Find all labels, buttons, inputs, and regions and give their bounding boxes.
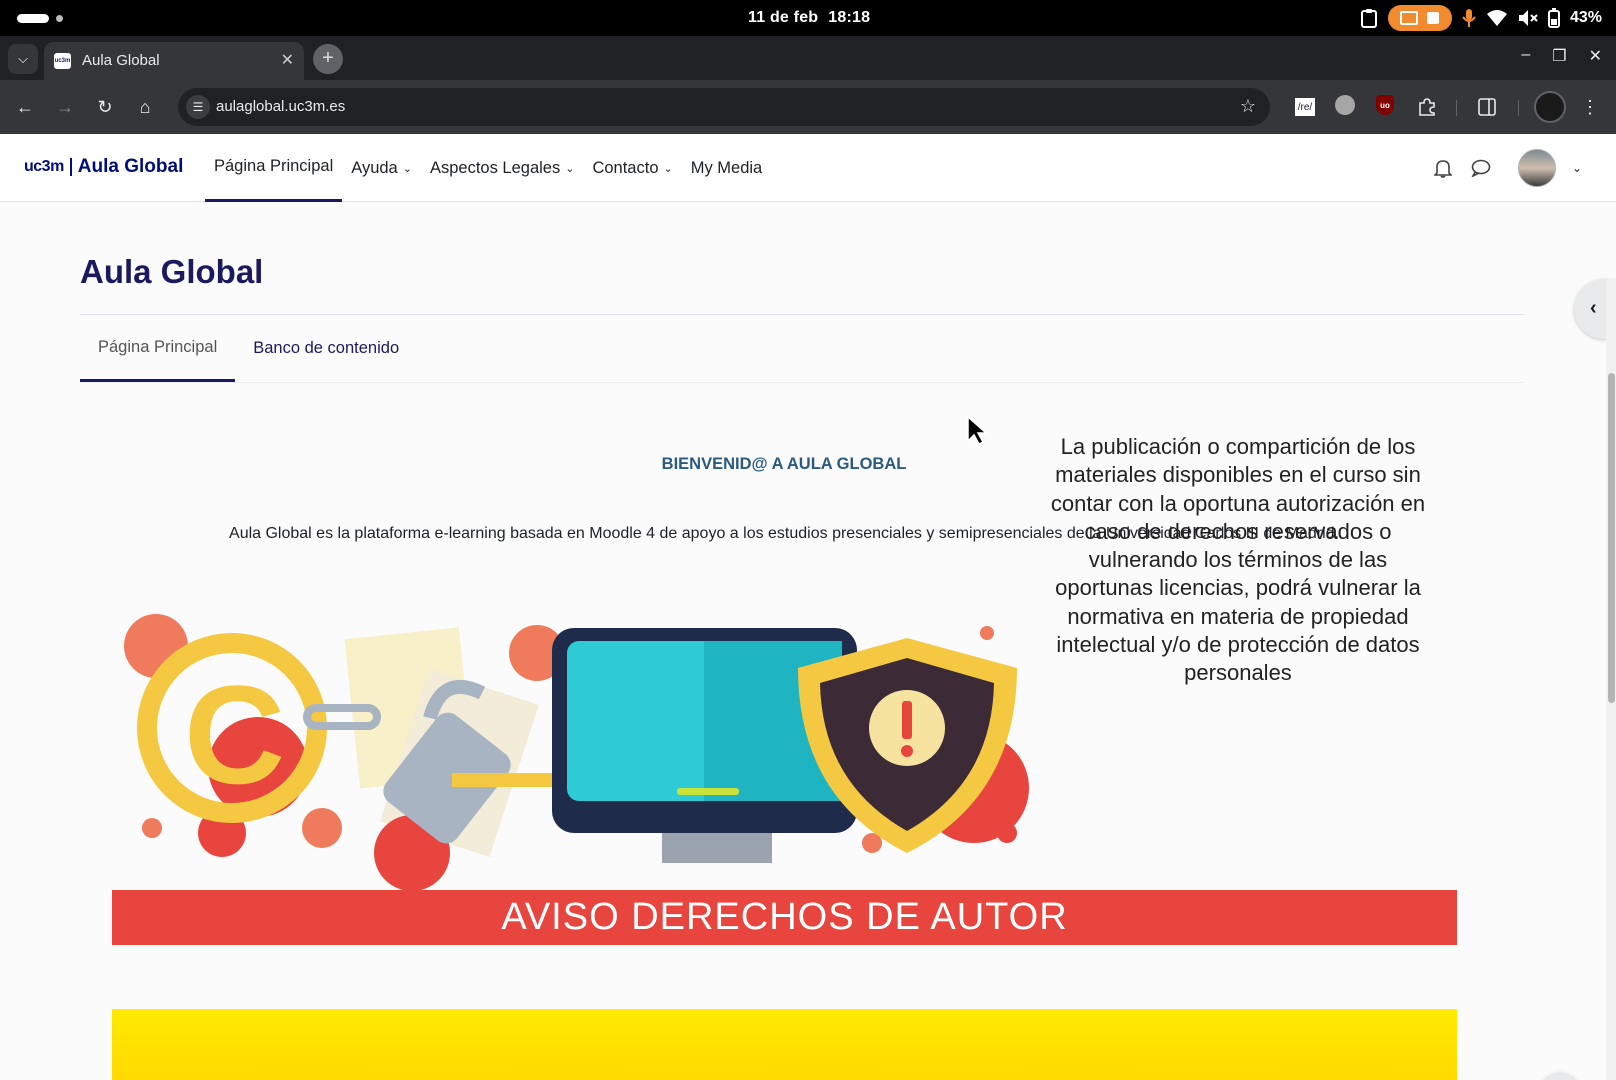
messages-bubble-icon[interactable] [1470,157,1492,179]
logo-uc3m: uc3m [24,158,72,176]
tab-search-chevron-icon[interactable]: ⌵ [8,44,38,74]
chevron-down-icon: ⌄ [663,162,673,175]
browser-menu-kebab-icon[interactable]: ⋮ [1580,95,1600,119]
battery-percent: 43% [1569,9,1602,26]
os-tray: 43% [1360,5,1602,31]
divider [80,382,1524,383]
secondary-banner [112,1009,1457,1080]
tab-title: Aula Global [82,52,160,69]
decor-circle [302,808,342,848]
toolbar-separator [1518,100,1519,116]
nav-pagina-principal[interactable]: Página Principal [205,134,343,202]
screen-cast-indicator[interactable] [1387,5,1452,31]
microphone-icon [1462,9,1476,27]
reload-icon[interactable]: ↻ [92,94,118,120]
launcher-dot-icon [56,15,63,22]
chevron-down-icon: ⌄ [402,162,412,175]
nav-contacto[interactable]: Contacto ⌄ [583,134,681,202]
tab-pagina-principal[interactable]: Página Principal [80,315,236,382]
volume-muted-icon [1518,10,1538,26]
favicon-icon: uc3m [54,53,71,69]
window-controls: – ❐ ✕ [1521,46,1602,66]
nav-label: Aspectos Legales [429,158,561,177]
browser-tabstrip: ⌵ uc3m Aula Global ✕ + – ❐ ✕ [0,36,1616,80]
nav-label: Ayuda [351,158,398,177]
nav-label: Página Principal [214,157,334,175]
forward-arrow-icon[interactable]: → [52,94,78,120]
copyright-glyph: C [184,656,285,813]
page-title: Aula Global [80,253,264,290]
nav-label: Contacto [592,158,659,177]
user-navigation: ⌄ [1432,148,1582,188]
chevron-down-icon: ⌄ [565,162,575,175]
extensions-puzzle-icon[interactable] [1415,95,1439,119]
close-window-icon[interactable]: ✕ [1589,46,1602,66]
stop-icon [1427,12,1440,24]
os-clock: 11 de feb 18:18 [748,9,870,27]
bookmark-star-icon[interactable]: ☆ [1240,96,1256,117]
decor-circle [997,823,1017,843]
os-status-bar: 11 de feb 18:18 43% [0,0,1616,36]
exclamation-dot [901,745,913,757]
os-date: 11 de feb [748,9,819,26]
clipboard-icon[interactable] [1360,8,1378,28]
exclamation-icon [902,701,912,739]
nav-ayuda[interactable]: Ayuda ⌄ [342,134,421,202]
site-navbar: uc3m Aula Global Página Principal Ayuda ⌄… [0,134,1616,202]
os-time: 18:18 [828,9,871,26]
primary-navigation: Página Principal Ayuda ⌄ Aspectos Legales… [205,134,771,202]
wifi-icon [1486,10,1507,26]
toolbar-separator [1456,100,1457,116]
close-tab-icon[interactable]: ✕ [281,50,294,70]
browser-profile-avatar[interactable] [1534,91,1566,123]
back-arrow-icon[interactable]: ← [12,94,38,120]
tab-aula-global[interactable]: uc3m Aula Global ✕ [44,42,304,80]
secondary-navigation: Página Principal Banco de contenido [80,315,417,382]
nav-label: My Media [690,158,763,177]
launcher-pill-icon[interactable] [17,14,49,23]
mouse-cursor-icon [967,415,988,445]
main-content: Aula Global Página Principal Banco de co… [0,203,1616,1080]
chevron-down-icon[interactable]: ⌄ [1572,161,1582,175]
site-logo[interactable]: uc3m Aula Global [24,152,183,182]
browser-toolbar: ← → ↻ ⌂ ☰ aulaglobal.uc3m.es ☆ /re/ uo ⋮ [0,80,1616,134]
extension-re-icon[interactable]: /re/ [1295,98,1315,116]
monitor-stand [662,833,772,863]
battery-icon [1547,8,1560,28]
restore-icon[interactable]: ❐ [1552,46,1566,66]
tab-banco-de-contenido[interactable]: Banco de contenido [235,315,417,382]
decor-circle [142,818,162,838]
monitor-bar [677,788,739,795]
extension-owl-icon[interactable] [1335,95,1355,115]
side-panel-icon[interactable] [1475,95,1499,119]
cast-icon [1400,11,1419,25]
copyright-notice-title: AVISO DERECHOS DE AUTOR [112,890,1457,945]
home-icon[interactable]: ⌂ [132,94,158,120]
user-avatar[interactable] [1517,149,1556,187]
decor-circle [980,626,994,640]
extension-ublock-icon[interactable]: uo [1376,95,1394,115]
copyright-notice-text: La publicación o compartición de los mat… [1050,434,1426,686]
bell-icon[interactable] [1432,157,1454,179]
help-button[interactable]: ? [1540,1073,1580,1080]
url-text[interactable]: aulaglobal.uc3m.es [216,98,345,115]
new-tab-plus-icon[interactable]: + [313,44,343,74]
address-bar[interactable]: ☰ aulaglobal.uc3m.es ☆ [178,88,1270,126]
page-viewport: uc3m Aula Global Página Principal Ayuda ⌄… [0,134,1616,1080]
nav-my-media[interactable]: My Media [682,134,772,202]
logo-site-name: Aula Global [77,156,184,177]
chevron-left-icon: ‹ [1590,297,1597,319]
scrollbar-thumb[interactable] [1608,373,1615,703]
minimize-icon[interactable]: – [1521,46,1530,66]
nav-aspectos-legales[interactable]: Aspectos Legales ⌄ [421,134,583,202]
site-settings-icon[interactable]: ☰ [186,95,210,119]
